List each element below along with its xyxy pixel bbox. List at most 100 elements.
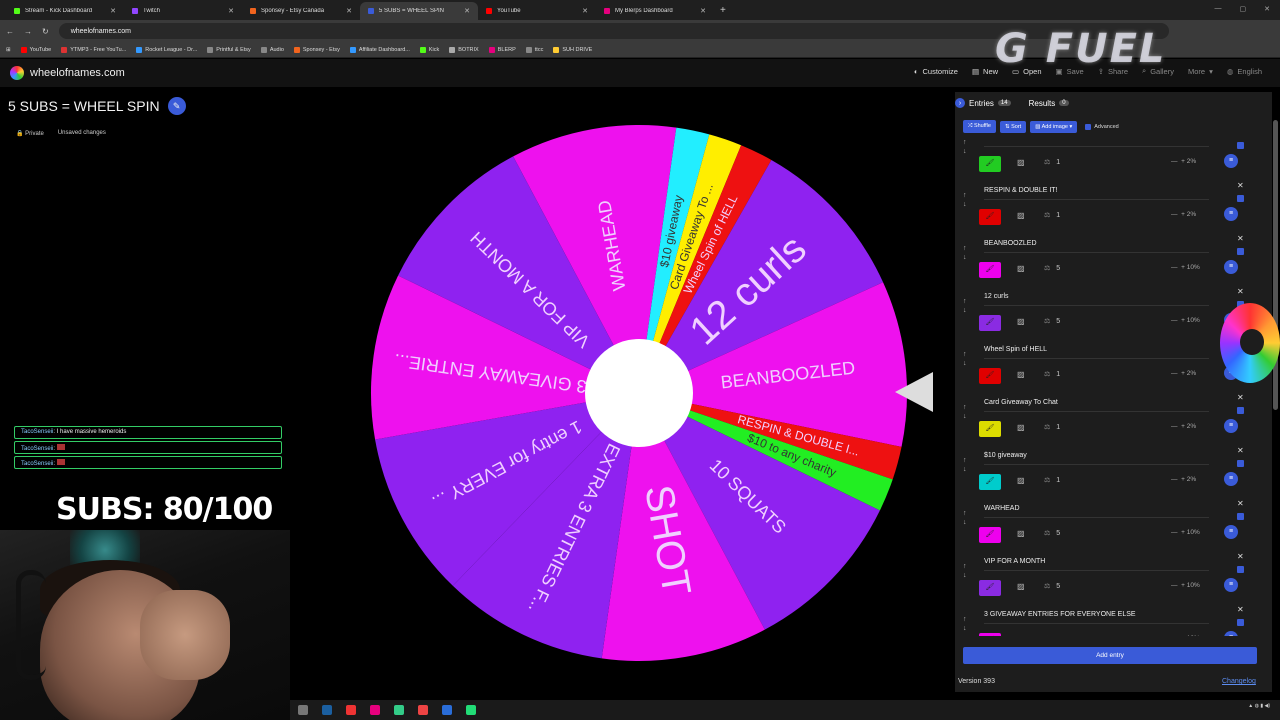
entry-percent-stepper[interactable]: — + 10% <box>1171 582 1200 589</box>
remove-entry-icon[interactable]: ✕ <box>1237 499 1244 508</box>
entry-enabled-checkbox[interactable] <box>1237 407 1244 414</box>
entry-percent-stepper[interactable]: — + 2% <box>1171 158 1196 165</box>
reorder-arrows-icon[interactable]: ↑ ↓ <box>963 456 967 474</box>
close-tab-icon[interactable]: ✕ <box>582 7 588 15</box>
reload-icon[interactable]: ↻ <box>42 27 49 36</box>
browser-tab[interactable]: Twitch ✕ <box>124 2 242 20</box>
entry-percent-stepper[interactable]: — + 10% <box>1171 635 1200 636</box>
entry-image-icon[interactable]: ▨ <box>1017 529 1025 538</box>
entry-menu-icon[interactable]: ≡ <box>1224 525 1238 539</box>
blerp-icon[interactable] <box>370 705 380 715</box>
entry-percent-stepper[interactable]: — + 10% <box>1171 529 1200 536</box>
chevron-right-icon[interactable]: › <box>955 98 965 108</box>
entry-name-input[interactable]: 3 GIVEAWAY ENTRIES FOR EVERYONE ELSE <box>984 609 1209 624</box>
close-tab-icon[interactable]: ✕ <box>110 7 116 15</box>
menu-customize[interactable]: ◐ Customize <box>914 66 958 76</box>
shuffle-button[interactable]: ⤮ Shuffle <box>963 120 996 133</box>
entry-menu-icon[interactable]: ≡ <box>1224 154 1238 168</box>
bookmark-item[interactable]: BLERP <box>488 46 516 53</box>
new-tab-button[interactable]: + <box>720 5 726 16</box>
entry-image-icon[interactable]: ▨ <box>1017 158 1025 167</box>
entry-weight[interactable]: ⚖ 1 <box>1044 423 1060 431</box>
entry-image-icon[interactable]: ▨ <box>1017 476 1025 485</box>
maximize-icon[interactable]: ▢ <box>1240 5 1247 13</box>
reorder-arrows-icon[interactable]: ↑ ↓ <box>963 138 967 156</box>
close-tab-icon[interactable]: ✕ <box>464 7 470 15</box>
entry-color-swatch[interactable]: 🖌 <box>979 580 1001 596</box>
tab-entries[interactable]: › Entries 14 <box>955 98 1011 108</box>
remove-entry-icon[interactable]: ✕ <box>1237 552 1244 561</box>
close-tab-icon[interactable]: ✕ <box>228 7 234 15</box>
entry-color-swatch[interactable]: 🖌 <box>979 633 1001 636</box>
browser-tab[interactable]: Stream - Kick Dashboard ✕ <box>6 2 124 20</box>
remove-entry-icon[interactable]: ✕ <box>1237 393 1244 402</box>
entry-percent-stepper[interactable]: — + 2% <box>1171 370 1196 377</box>
entry-name-input[interactable]: Wheel Spin of HELL <box>984 344 1209 359</box>
entry-percent-stepper[interactable]: — + 2% <box>1171 211 1196 218</box>
entry-weight[interactable]: ⚖ 1 <box>1044 370 1060 378</box>
entry-image-icon[interactable]: ▨ <box>1017 211 1025 220</box>
entry-percent-stepper[interactable]: — + 10% <box>1171 317 1200 324</box>
browser-tab[interactable]: YouTube ✕ <box>478 2 596 20</box>
entry-color-swatch[interactable]: 🖌 <box>979 262 1001 278</box>
bookmark-item[interactable]: Audio <box>260 46 284 53</box>
editor-icon[interactable] <box>442 705 452 715</box>
entry-weight[interactable]: ⚖5 <box>1044 635 1060 636</box>
reorder-arrows-icon[interactable]: ↑ ↓ <box>963 562 967 580</box>
entry-weight[interactable]: ⚖5 <box>1044 317 1060 325</box>
entry-weight[interactable]: ⚖5 <box>1044 264 1060 272</box>
entry-color-swatch[interactable]: 🖌 <box>979 474 1001 490</box>
back-icon[interactable]: ← <box>6 27 14 36</box>
terminal-icon[interactable] <box>466 705 476 715</box>
steam-icon[interactable] <box>322 705 332 715</box>
app-icon[interactable] <box>394 705 404 715</box>
reorder-arrows-icon[interactable]: ↑ ↓ <box>963 297 967 315</box>
entry-color-swatch[interactable]: 🖌 <box>979 315 1001 331</box>
site-name[interactable]: wheelofnames.com <box>30 67 125 79</box>
entry-name-input[interactable]: WARHEAD <box>984 503 1209 518</box>
reorder-arrows-icon[interactable]: ↑ ↓ <box>963 403 967 421</box>
browser-tab[interactable]: Sponsey - Etsy Canada ✕ <box>242 2 360 20</box>
entry-weight[interactable]: ⚖ 1 <box>1044 158 1060 166</box>
close-tab-icon[interactable]: ✕ <box>346 7 352 15</box>
wheel-of-names[interactable]: WARHEAD $10 giveawayCard Giveaway To ...W… <box>369 123 909 663</box>
entry-weight[interactable]: ⚖5 <box>1044 529 1060 537</box>
remove-entry-icon[interactable]: ✕ <box>1237 136 1244 137</box>
entry-image-icon[interactable]: ▨ <box>1017 370 1025 379</box>
entry-image-icon[interactable]: ▨ <box>1017 582 1025 591</box>
browser-tab[interactable]: My Blerps Dashboard ✕ <box>596 2 714 20</box>
start-icon[interactable] <box>298 705 308 715</box>
bookmark-item[interactable]: YTMP3 - Free YouTu... <box>61 46 126 53</box>
entry-color-swatch[interactable]: 🖌 <box>979 527 1001 543</box>
tab-results[interactable]: Results 0 <box>1029 99 1069 108</box>
sort-button[interactable]: ⇅ Sort <box>999 120 1027 133</box>
reorder-arrows-icon[interactable]: ↑ ↓ <box>963 615 967 633</box>
bookmark-item[interactable]: BOTRIX <box>449 46 479 53</box>
reorder-arrows-icon[interactable]: ↑ ↓ <box>963 509 967 527</box>
private-status[interactable]: 🔒 Private <box>16 130 44 137</box>
entry-enabled-checkbox[interactable] <box>1237 248 1244 255</box>
bookmark-item[interactable]: Rocket League - Dr... <box>136 46 197 53</box>
entry-weight[interactable]: ⚖5 <box>1044 582 1060 590</box>
reorder-arrows-icon[interactable]: ↑ ↓ <box>963 191 967 209</box>
remove-entry-icon[interactable]: ✕ <box>1237 605 1244 614</box>
entry-name-input[interactable]: BEANBOOZLED <box>984 238 1209 253</box>
remove-entry-icon[interactable]: ✕ <box>1237 287 1244 296</box>
entry-enabled-checkbox[interactable] <box>1237 142 1244 149</box>
entry-name-input[interactable]: 12 curls <box>984 291 1209 306</box>
entry-color-swatch[interactable]: 🖌 <box>979 209 1001 225</box>
menu-more[interactable]: More ▾ <box>1188 66 1213 76</box>
advanced-checkbox[interactable]: Advanced <box>1085 123 1119 130</box>
bookmark-item[interactable]: Kick <box>419 46 439 53</box>
entry-enabled-checkbox[interactable] <box>1237 619 1244 626</box>
bookmark-item[interactable]: ttcc <box>525 46 543 53</box>
entry-percent-stepper[interactable]: — + 10% <box>1171 264 1200 271</box>
remove-entry-icon[interactable]: ✕ <box>1237 181 1244 190</box>
entry-color-swatch[interactable]: 🖌 <box>979 368 1001 384</box>
remove-entry-icon[interactable]: ✕ <box>1237 446 1244 455</box>
browser-tab[interactable]: 5 SUBS = WHEEL SPIN ✕ <box>360 2 478 20</box>
entry-name-input[interactable]: RESPIN & DOUBLE IT! <box>984 185 1209 200</box>
entry-image-icon[interactable]: ▨ <box>1017 423 1025 432</box>
entry-weight[interactable]: ⚖ 1 <box>1044 211 1060 219</box>
entry-image-icon[interactable]: ▨ <box>1017 264 1025 273</box>
